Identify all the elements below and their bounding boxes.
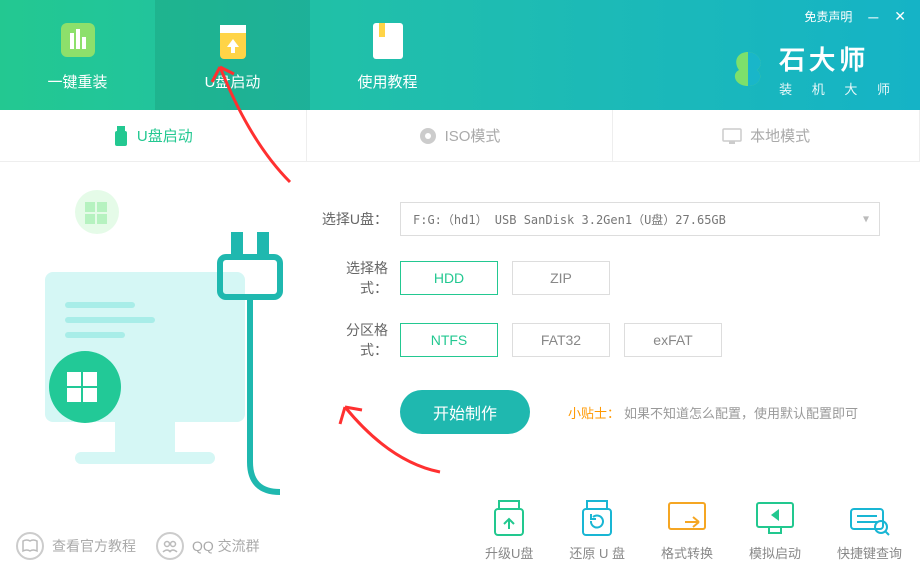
- monitor-icon: [722, 128, 742, 144]
- footer-link-label: QQ 交流群: [192, 536, 260, 556]
- udisk-label: 选择U盘：: [320, 209, 388, 229]
- action-label: 格式转换: [661, 543, 713, 562]
- subtab-iso[interactable]: ISO模式: [307, 110, 614, 161]
- usb-boot-icon: [212, 19, 254, 61]
- iso-icon: [419, 127, 437, 145]
- nav-label: 一键重装: [47, 71, 107, 92]
- reinstall-icon: [57, 19, 99, 61]
- content: 选择U盘： F:G:（hd1） USB SanDisk 3.2Gen1（U盘）2…: [0, 162, 920, 580]
- tip-text: 如果不知道怎么配置，使用默认配置即可: [624, 406, 858, 421]
- brand-name: 石大师: [779, 40, 898, 77]
- partition-opt-fat32[interactable]: FAT32: [512, 323, 610, 357]
- partition-label: 分区格式：: [320, 320, 388, 360]
- start-button[interactable]: 开始制作: [400, 390, 530, 434]
- nav-label: U盘启动: [205, 71, 261, 92]
- action-label: 还原 U 盘: [569, 543, 625, 562]
- chevron-down-icon: ▼: [863, 214, 869, 225]
- tip-label: 小贴士：: [568, 406, 620, 421]
- header: 免责声明 ─ ✕ 一键重装 U盘启动 使用教程 石大师 装 机 大 师: [0, 0, 920, 110]
- subtab-label: 本地模式: [750, 125, 810, 146]
- format-opt-hdd[interactable]: HDD: [400, 261, 498, 295]
- action-hotkey-query[interactable]: 快捷键查询: [837, 499, 902, 562]
- footer-qq-link[interactable]: QQ 交流群: [156, 532, 260, 560]
- action-label: 快捷键查询: [837, 543, 902, 562]
- action-upgrade-usb[interactable]: 升级U盘: [485, 499, 533, 562]
- brand: 石大师 装 机 大 师: [727, 40, 898, 98]
- action-restore-usb[interactable]: 还原 U 盘: [569, 499, 625, 562]
- udisk-value: F:G:（hd1） USB SanDisk 3.2Gen1（U盘）27.65GB: [413, 211, 726, 228]
- action-bar: 升级U盘 还原 U 盘 格式转换 模拟启动 快捷键查询: [485, 499, 902, 562]
- restore-usb-icon: [575, 499, 619, 537]
- disclaimer-link[interactable]: 免责声明: [804, 8, 852, 25]
- nav-tutorial[interactable]: 使用教程: [310, 0, 465, 110]
- format-opt-zip[interactable]: ZIP: [512, 261, 610, 295]
- tutorial-icon: [367, 19, 409, 61]
- partition-opt-exfat[interactable]: exFAT: [624, 323, 722, 357]
- minimize-button[interactable]: ─: [868, 9, 878, 25]
- subnav: U盘启动 ISO模式 本地模式: [0, 110, 920, 162]
- nav-reinstall[interactable]: 一键重装: [0, 0, 155, 110]
- hotkey-query-icon: [847, 499, 891, 537]
- form: 选择U盘： F:G:（hd1） USB SanDisk 3.2Gen1（U盘）2…: [320, 202, 890, 434]
- footer-link-label: 查看官方教程: [52, 536, 136, 556]
- partition-opt-ntfs[interactable]: NTFS: [400, 323, 498, 357]
- people-icon: [156, 532, 184, 560]
- footer-tutorial-link[interactable]: 查看官方教程: [16, 532, 136, 560]
- tip: 小贴士： 如果不知道怎么配置，使用默认配置即可: [568, 403, 858, 422]
- nav-usb-boot[interactable]: U盘启动: [155, 0, 310, 110]
- upgrade-usb-icon: [487, 499, 531, 537]
- close-button[interactable]: ✕: [894, 8, 906, 25]
- format-label: 选择格式：: [320, 258, 388, 298]
- subtab-usb-boot[interactable]: U盘启动: [0, 110, 307, 161]
- format-convert-icon: [665, 499, 709, 537]
- brand-subtitle: 装 机 大 师: [779, 79, 898, 98]
- action-label: 升级U盘: [485, 543, 533, 562]
- usb-illustration: [15, 182, 305, 512]
- action-label: 模拟启动: [749, 543, 801, 562]
- subtab-label: U盘启动: [137, 125, 193, 146]
- action-format-convert[interactable]: 格式转换: [661, 499, 713, 562]
- simulate-boot-icon: [753, 499, 797, 537]
- book-icon: [16, 532, 44, 560]
- window-controls: 免责声明 ─ ✕: [804, 8, 906, 25]
- udisk-select[interactable]: F:G:（hd1） USB SanDisk 3.2Gen1（U盘）27.65GB…: [400, 202, 880, 236]
- nav-label: 使用教程: [357, 71, 417, 92]
- subtab-label: ISO模式: [445, 125, 501, 146]
- subtab-local[interactable]: 本地模式: [613, 110, 920, 161]
- footer-links: 查看官方教程 QQ 交流群: [16, 532, 260, 560]
- action-simulate-boot[interactable]: 模拟启动: [749, 499, 801, 562]
- usb-icon: [113, 126, 129, 146]
- brand-logo-icon: [727, 48, 769, 90]
